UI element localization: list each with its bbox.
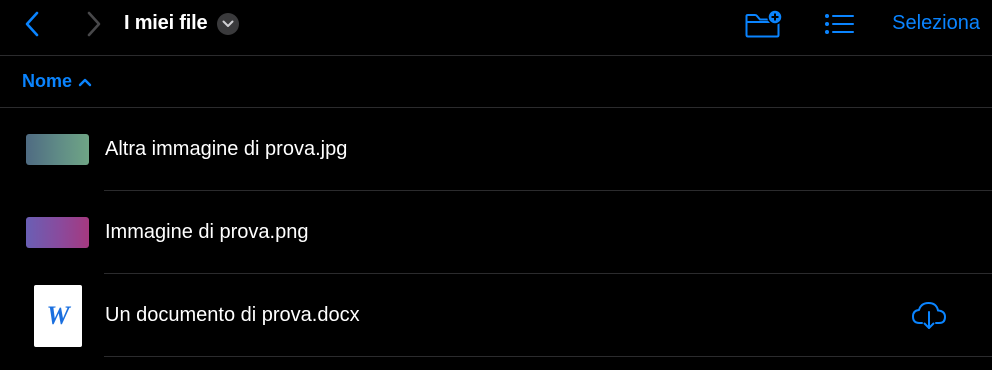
sort-header: Nome	[0, 56, 992, 108]
files-app-window: I miei file Seleziona Nome Altra immagin…	[0, 0, 992, 370]
image-thumbnail	[26, 134, 89, 165]
file-name: Altra immagine di prova.jpg	[105, 138, 348, 160]
file-list: Altra immagine di prova.jpg Immagine di …	[0, 108, 992, 357]
word-document-thumbnail: W	[34, 285, 82, 347]
list-item[interactable]: Altra immagine di prova.jpg	[0, 108, 992, 191]
sort-label: Nome	[22, 71, 73, 91]
chevron-right-icon	[87, 11, 101, 37]
folder-plus-icon	[745, 9, 783, 38]
row-divider	[104, 356, 992, 357]
back-button[interactable]	[18, 10, 46, 38]
file-name: Immagine di prova.png	[105, 221, 309, 243]
list-item[interactable]: Immagine di prova.png	[0, 191, 992, 274]
chevron-left-icon	[25, 11, 39, 37]
location-title-menu[interactable]: I miei file	[124, 12, 240, 35]
new-folder-button[interactable]	[744, 8, 784, 40]
forward-button[interactable]	[80, 10, 108, 38]
title-menu-toggle[interactable]	[217, 12, 240, 35]
sort-by-name-button[interactable]: Nome	[22, 71, 92, 92]
list-item[interactable]: W Un documento di prova.docx	[0, 274, 992, 357]
select-button[interactable]: Seleziona	[892, 12, 980, 35]
image-thumbnail	[26, 217, 89, 248]
chevron-up-icon	[78, 78, 92, 86]
view-options-button[interactable]	[822, 8, 856, 40]
page-title: I miei file	[124, 12, 208, 34]
list-icon	[825, 14, 854, 34]
cloud-download-icon	[912, 302, 946, 329]
file-name: Un documento di prova.docx	[105, 304, 360, 326]
download-button[interactable]	[910, 300, 948, 332]
navigation-bar: I miei file Seleziona	[0, 0, 992, 56]
chevron-down-icon	[222, 20, 234, 27]
word-logo-letter: W	[46, 301, 70, 330]
